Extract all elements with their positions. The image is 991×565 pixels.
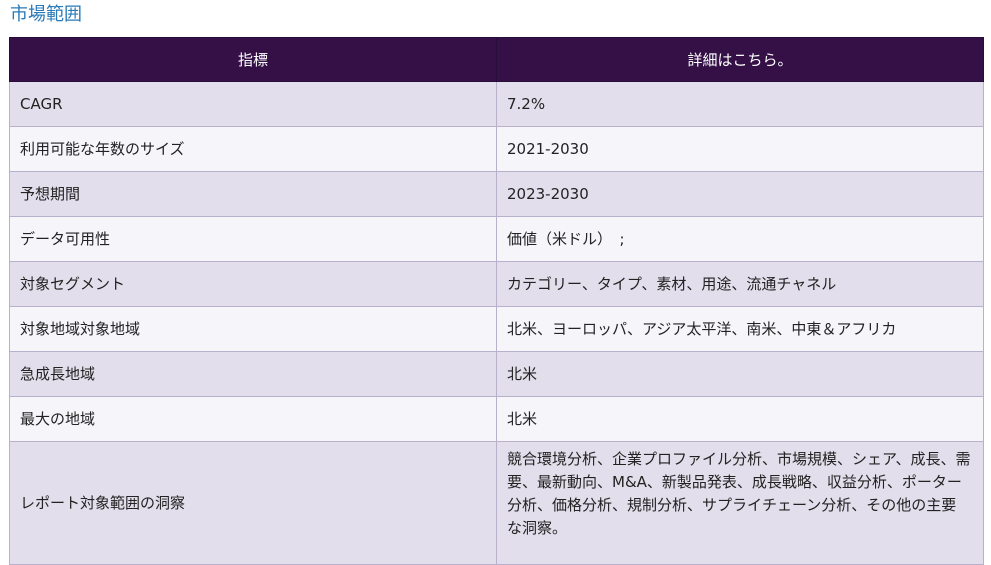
table-row: 対象セグメント カテゴリー、タイプ、素材、用途、流通チャネル [9, 261, 984, 307]
row-label: 急成長地域 [9, 351, 497, 397]
table-row: 急成長地域 北米 [9, 351, 984, 397]
section-title: 市場範囲 [10, 4, 82, 25]
column-header-metric: 指標 [9, 37, 497, 82]
row-label: 予想期間 [9, 171, 497, 217]
row-value: 競合環境分析、企業プロファイル分析、市場規模、シェア、成長、需要、最新動向、M&… [496, 441, 984, 565]
row-label: 最大の地域 [9, 396, 497, 442]
row-value: 北米 [496, 351, 984, 397]
table-row: データ可用性 価値（米ドル） ; [9, 216, 984, 262]
row-label: 対象地域対象地域 [9, 306, 497, 352]
market-scope-table: 指標 詳細はこちら。 CAGR 7.2% 利用可能な年数のサイズ 2021-20… [9, 37, 984, 565]
table-header-row: 指標 詳細はこちら。 [9, 37, 984, 82]
row-value: 価値（米ドル） ; [496, 216, 984, 262]
column-header-details: 詳細はこちら。 [496, 37, 984, 82]
row-value: 2023-2030 [496, 171, 984, 217]
row-label: レポート対象範囲の洞察 [9, 441, 497, 565]
table-row: 利用可能な年数のサイズ 2021-2030 [9, 126, 984, 172]
row-value: カテゴリー、タイプ、素材、用途、流通チャネル [496, 261, 984, 307]
table-row: CAGR 7.2% [9, 81, 984, 127]
row-value: 北米、ヨーロッパ、アジア太平洋、南米、中東＆アフリカ [496, 306, 984, 352]
table-row: レポート対象範囲の洞察 競合環境分析、企業プロファイル分析、市場規模、シェア、成… [9, 441, 984, 565]
row-value: 7.2% [496, 81, 984, 127]
table-row: 対象地域対象地域 北米、ヨーロッパ、アジア太平洋、南米、中東＆アフリカ [9, 306, 984, 352]
row-label: 対象セグメント [9, 261, 497, 307]
row-label: CAGR [9, 81, 497, 127]
table-row: 最大の地域 北米 [9, 396, 984, 442]
row-value: 北米 [496, 396, 984, 442]
row-label: データ可用性 [9, 216, 497, 262]
row-label: 利用可能な年数のサイズ [9, 126, 497, 172]
table-row: 予想期間 2023-2030 [9, 171, 984, 217]
row-value: 2021-2030 [496, 126, 984, 172]
